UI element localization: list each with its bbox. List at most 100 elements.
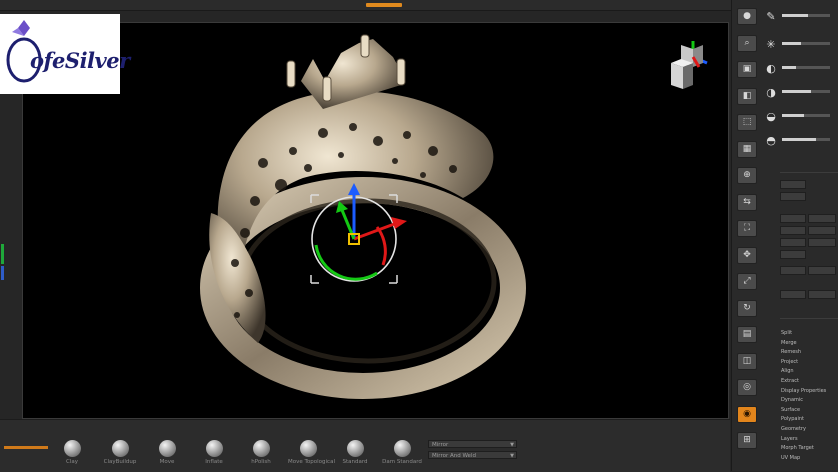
solo-tool-button[interactable]: ◉ — [737, 405, 757, 423]
menu-item[interactable]: Split — [781, 330, 792, 336]
brush-move-topological-icon — [299, 440, 317, 457]
stroke-preview-icon[interactable]: ✳ — [764, 38, 778, 52]
rotate-tool-button[interactable]: ↻ — [737, 299, 757, 317]
document-viewport[interactable] — [22, 22, 729, 419]
transp-tool-icon: ◫ — [742, 355, 752, 366]
brush-move[interactable]: Move — [147, 440, 187, 465]
polyf-tool-button[interactable]: ▤ — [737, 326, 757, 343]
menu-item[interactable]: Remesh — [781, 349, 801, 355]
focal-shift-slider[interactable] — [782, 42, 830, 45]
brush-shelf: Clay ClayBuildup Move Inflate hPolish Mo… — [0, 419, 730, 472]
alpha-preview-icon[interactable]: ◐ — [764, 62, 778, 76]
gizmo-axis-x-head — [391, 217, 407, 229]
move-tool-icon: ✥ — [743, 249, 751, 260]
transp-tool-button[interactable]: ◫ — [737, 352, 757, 370]
menu-item[interactable]: Morph Target — [781, 445, 814, 451]
subtool-button-9[interactable] — [780, 250, 806, 259]
brush-hpolish[interactable]: hPolish — [241, 440, 281, 465]
subtool-button-8[interactable] — [808, 238, 836, 247]
floor-tool-button[interactable]: ▦ — [737, 140, 757, 158]
brush-preview-icon[interactable]: ✎ — [764, 10, 778, 24]
brush-move-label: Move — [159, 459, 175, 465]
rotate-tool-icon: ↻ — [743, 302, 751, 313]
solo-tool-icon: ◉ — [743, 408, 751, 419]
brush-clay[interactable]: Clay — [52, 440, 92, 465]
brush-hpolish-icon — [252, 440, 270, 457]
color-indicator-green — [1, 244, 4, 264]
sphere-tool-icon: ● — [743, 11, 751, 21]
mirror-and-weld-dropdown[interactable]: Mirror And Weld ▼ — [428, 451, 517, 459]
polyf-tool-icon: ▤ — [742, 329, 752, 339]
move-tool-button[interactable]: ✥ — [737, 246, 757, 264]
draw-size-slider[interactable] — [782, 14, 830, 17]
mirror-and-weld-dropdown-label: Mirror And Weld — [432, 453, 476, 459]
color-slider[interactable] — [782, 138, 830, 141]
mirror-dropdown-label: Mirror — [432, 442, 449, 448]
scale-tool-button[interactable]: ⤢ — [737, 273, 757, 290]
rgb-intensity-slider[interactable] — [782, 90, 830, 93]
brush-dam-standard[interactable]: Dam Standard — [382, 440, 422, 465]
scale-tool-icon: ⤢ — [743, 276, 751, 286]
menu-item[interactable]: Dynamic — [781, 397, 803, 403]
orientation-cube[interactable] — [663, 37, 713, 97]
brush-claybuildup[interactable]: ClayBuildup — [100, 440, 140, 465]
ring-shank-inner-shadow — [239, 198, 497, 364]
brush-move-topological-label: Move Topological — [288, 459, 335, 465]
right-shelf-toolbar: ● ⌕ ▣ ◧ ⬚ ▦ ⊕ ⇆ ⛶ ✥ ⤢ ↻ ▤ ◫ ◎ ◉ ⊞ — [731, 0, 763, 471]
ring-model[interactable] — [23, 23, 730, 420]
menu-item[interactable]: Geometry — [781, 426, 806, 432]
local-tool-button[interactable]: ⊕ — [737, 167, 757, 184]
menu-item[interactable]: Extract — [781, 378, 799, 384]
subtool-button-7[interactable] — [780, 238, 806, 247]
tool-palette: ✎ ✳ ◐ ◑ ◒ ◓ Split Merge Remesh Project Align… — [762, 0, 838, 471]
subtool-button-10[interactable] — [780, 266, 806, 275]
brush-dam-standard-icon — [393, 440, 411, 457]
sphere-tool-button[interactable]: ● — [737, 8, 757, 25]
color-preview-icon[interactable]: ◓ — [764, 134, 778, 148]
aahalf-tool-icon: ◧ — [742, 90, 752, 101]
menu-item[interactable]: Merge — [781, 340, 797, 346]
zoom-tool-button[interactable]: ⌕ — [737, 34, 757, 52]
active-tab-marker — [366, 3, 402, 7]
brush-standard-label: Standard — [342, 459, 368, 465]
subtool-button-11[interactable] — [808, 266, 836, 275]
actual-tool-button[interactable]: ▣ — [737, 61, 757, 78]
subtool-button-5[interactable] — [780, 226, 806, 235]
texture-preview-icon[interactable]: ◑ — [764, 86, 778, 100]
mirror-dropdown[interactable]: Mirror ▼ — [428, 440, 517, 448]
xpose-tool-button[interactable]: ⊞ — [737, 432, 757, 449]
brush-inflate[interactable]: Inflate — [194, 440, 234, 465]
subtool-button-13[interactable] — [808, 290, 836, 299]
aahalf-tool-button[interactable]: ◧ — [737, 87, 757, 105]
z-intensity-slider[interactable] — [782, 66, 830, 69]
menu-item[interactable]: Project — [781, 359, 798, 365]
persp-tool-icon: ⬚ — [742, 117, 752, 127]
menu-item[interactable]: Layers — [781, 436, 798, 442]
brush-clay-label: Clay — [66, 459, 78, 465]
top-menu-strip — [0, 0, 838, 11]
menu-item[interactable]: UV Map — [781, 455, 800, 461]
brush-standard[interactable]: Standard — [335, 440, 375, 465]
subtool-button-6[interactable] — [808, 226, 836, 235]
brand-logo: ofeSilver — [0, 14, 130, 94]
subtool-button-1[interactable] — [780, 180, 806, 189]
ghost-tool-button[interactable]: ◎ — [737, 379, 757, 396]
menu-item[interactable]: Display Properties — [781, 388, 826, 394]
brush-move-topological[interactable]: Move Topological — [288, 440, 335, 465]
palette-divider — [780, 172, 838, 173]
menu-item[interactable]: Align — [781, 368, 794, 374]
symmetry-tool-button[interactable]: ⇆ — [737, 193, 757, 211]
menu-item[interactable]: Polypaint — [781, 416, 804, 422]
subtool-button-12[interactable] — [780, 290, 806, 299]
subtool-button-2[interactable] — [780, 192, 806, 201]
subtool-button-3[interactable] — [780, 214, 806, 223]
persp-tool-button[interactable]: ⬚ — [737, 114, 757, 131]
brush-hpolish-label: hPolish — [251, 459, 271, 465]
material-preview-icon[interactable]: ◒ — [764, 110, 778, 124]
menu-item[interactable]: Surface — [781, 407, 800, 413]
draw-intensity-slider[interactable] — [782, 114, 830, 117]
chevron-down-icon: ▼ — [510, 442, 514, 448]
frame-tool-button[interactable]: ⛶ — [737, 220, 757, 237]
zoom-tool-icon: ⌕ — [744, 37, 750, 48]
subtool-button-4[interactable] — [808, 214, 836, 223]
